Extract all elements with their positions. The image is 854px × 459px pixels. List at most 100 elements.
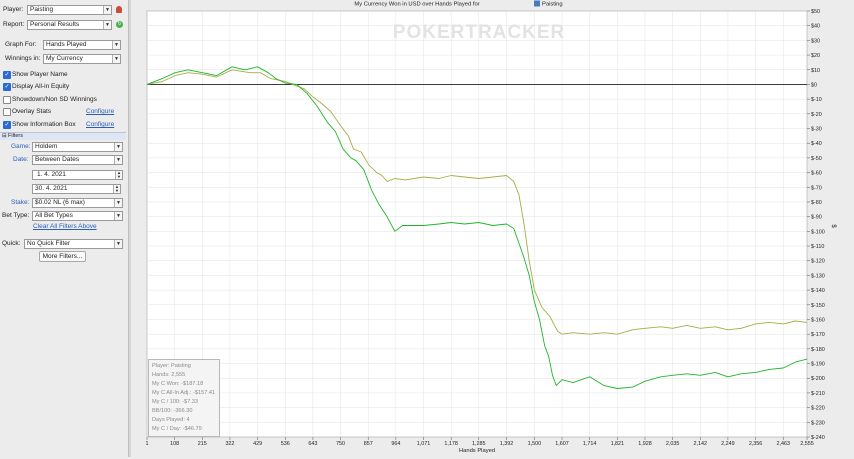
y-tick-label: $-90 [811,215,822,221]
player-notes-icon[interactable] [116,6,122,13]
y-tick-label: $-80 [811,200,822,206]
chevron-down-icon: ▼ [114,240,122,248]
info-hands: Hands: 2,555 [152,372,186,378]
quick-label: Quick: [2,240,21,247]
y-tick-label: $-210 [811,391,825,397]
showdown-winnings-checkbox[interactable] [3,96,11,104]
date-from-field[interactable]: 1. 4. 2021 ▲ ▼ [32,170,123,180]
winnings-in-value: My Currency [46,55,83,62]
show-player-name-checkbox[interactable] [3,70,11,80]
x-tick-label: 1,071 [417,441,431,447]
y-tick-label: $-40 [811,141,822,147]
info-per-100: My C / 100: -$7.33 [152,399,199,405]
date-value: Between Dates [35,156,80,163]
plot-area [146,10,808,438]
winnings-in-select[interactable]: My Currency ▼ [43,54,121,64]
information-box: Player: Paisting Hands: 2,555 My C Won: … [148,359,220,437]
info-player: Player: Paisting [152,363,191,369]
date-from-value: 1. 4. 2021 [37,171,66,178]
x-tick-label: 2,142 [694,441,708,447]
y-tick-label: $-60 [811,171,822,177]
collapse-icon: ⊟ [2,133,7,139]
chart-title: My Currency Won in USD over Hands Played… [354,2,479,8]
graph-for-label: Graph For: [5,41,37,48]
x-tick-label: 964 [391,441,400,447]
info-bb-100: BB/100: -366.30 [152,408,193,414]
y-tick-label: $-140 [811,288,825,294]
x-tick-label: 108 [170,441,179,447]
chevron-down-icon: ▼ [112,41,120,49]
report-select[interactable]: Personal Results ▼ [27,20,112,30]
x-tick-label: 1,500 [528,441,542,447]
bet-type-label: Bet Type: [2,212,30,219]
results-graph: POKERTRACKER $50 $40 $30 $20 $10 $0 $-10 $-20 $-… [131,0,854,457]
bet-type-select[interactable]: All Bet Types ▼ [32,211,123,221]
player-flag-icon [534,0,540,7]
y-tick-label: $-220 [811,406,825,412]
date-to-field[interactable]: 30. 4. 2021 ▲ ▼ [32,184,121,194]
y-tick-label: $-120 [811,259,825,265]
x-tick-label: 2,463 [776,441,790,447]
showdown-winnings-label: Showdown/Non SD Winnings [12,96,97,103]
game-select[interactable]: Holdem ▼ [32,142,123,152]
y-tick-label: $10 [811,68,820,74]
player-select[interactable]: Paisting ▼ [27,5,112,15]
information-box-configure-link[interactable]: Configure [86,120,114,130]
chevron-down-icon: ▼ [114,143,122,151]
info-won: My C Won: -$187.18 [152,381,204,387]
date-select[interactable]: Between Dates ▼ [32,155,123,165]
graph-for-value: Hands Played [46,41,87,48]
x-axis-label: Hands Played [459,448,495,454]
player-value: Paisting [30,6,54,13]
clear-filters-link[interactable]: Clear All Filters Above [33,222,97,232]
game-label: Game: [11,143,31,150]
filters-section-header[interactable]: ⊟ Filters [0,132,126,140]
y-tick-label: $30 [811,38,820,44]
date-to-value: 30. 4. 2021 [35,185,68,192]
x-tick-label: 1,178 [444,441,458,447]
y-tick-label: $-160 [811,317,825,323]
game-value: Holdem [35,143,58,150]
y-tick-label: $40 [811,24,820,30]
x-tick-label: 1,714 [583,441,597,447]
y-tick-label: $-180 [811,347,825,353]
y-tick-label: $-110 [811,244,824,250]
y-tick-label: $-20 [811,112,822,118]
overlay-stats-checkbox[interactable] [3,108,11,116]
overlay-stats-configure-link[interactable]: Configure [86,107,114,117]
chart-title-player: Paisting [542,2,563,8]
y-tick-label: $-30 [811,127,822,133]
quick-filter-select[interactable]: No Quick Filter ▼ [24,239,123,249]
y-tick-label: $-150 [811,303,825,309]
chevron-down-icon: ▼ [103,6,111,14]
y-tick-label: $-170 [811,332,825,338]
x-tick-label: 1,821 [611,441,625,447]
overlay-stats-label: Overlay Stats [12,108,52,115]
chevron-down-icon: ▼ [103,21,111,29]
show-information-box-label: Show Information Box [12,121,76,128]
y-tick-label: $-190 [811,362,825,368]
chevron-down-icon: ▼ [114,212,122,220]
refresh-icon[interactable]: ↻ [116,21,123,28]
date-from-stepper-icon[interactable]: ▲ ▼ [115,171,122,179]
info-per-day: My C / Day: -$46.79 [152,426,202,432]
chevron-down-icon: ▼ [112,55,120,63]
bet-type-value: All Bet Types [35,212,73,219]
results-graph-svg: POKERTRACKER $50 $40 $30 $20 $10 $0 $-10 $-20 $-… [131,0,854,457]
report-label: Report: [3,21,25,28]
chevron-down-icon: ▼ [114,199,122,207]
show-information-box-checkbox[interactable] [3,120,11,130]
watermark: POKERTRACKER [393,22,565,43]
filters-panel: Player: Paisting ▼ Report: Personal Resu… [0,0,128,457]
display-allin-equity-checkbox[interactable] [3,82,11,92]
info-days: Days Played: 4 [152,417,190,423]
y-tick-label: $-70 [811,185,822,191]
x-tick-label: 1,928 [638,441,652,447]
date-to-stepper-icon[interactable]: ▲ ▼ [113,185,120,193]
y-tick-label: $-100 [811,229,825,235]
stake-value: $0.02 NL (6 max) [35,199,85,206]
x-tick-label: 2,356 [749,441,763,447]
stake-select[interactable]: $0.02 NL (6 max) ▼ [32,198,123,208]
graph-for-select[interactable]: Hands Played ▼ [43,40,121,50]
more-filters-button[interactable]: More Filters... [39,251,86,262]
